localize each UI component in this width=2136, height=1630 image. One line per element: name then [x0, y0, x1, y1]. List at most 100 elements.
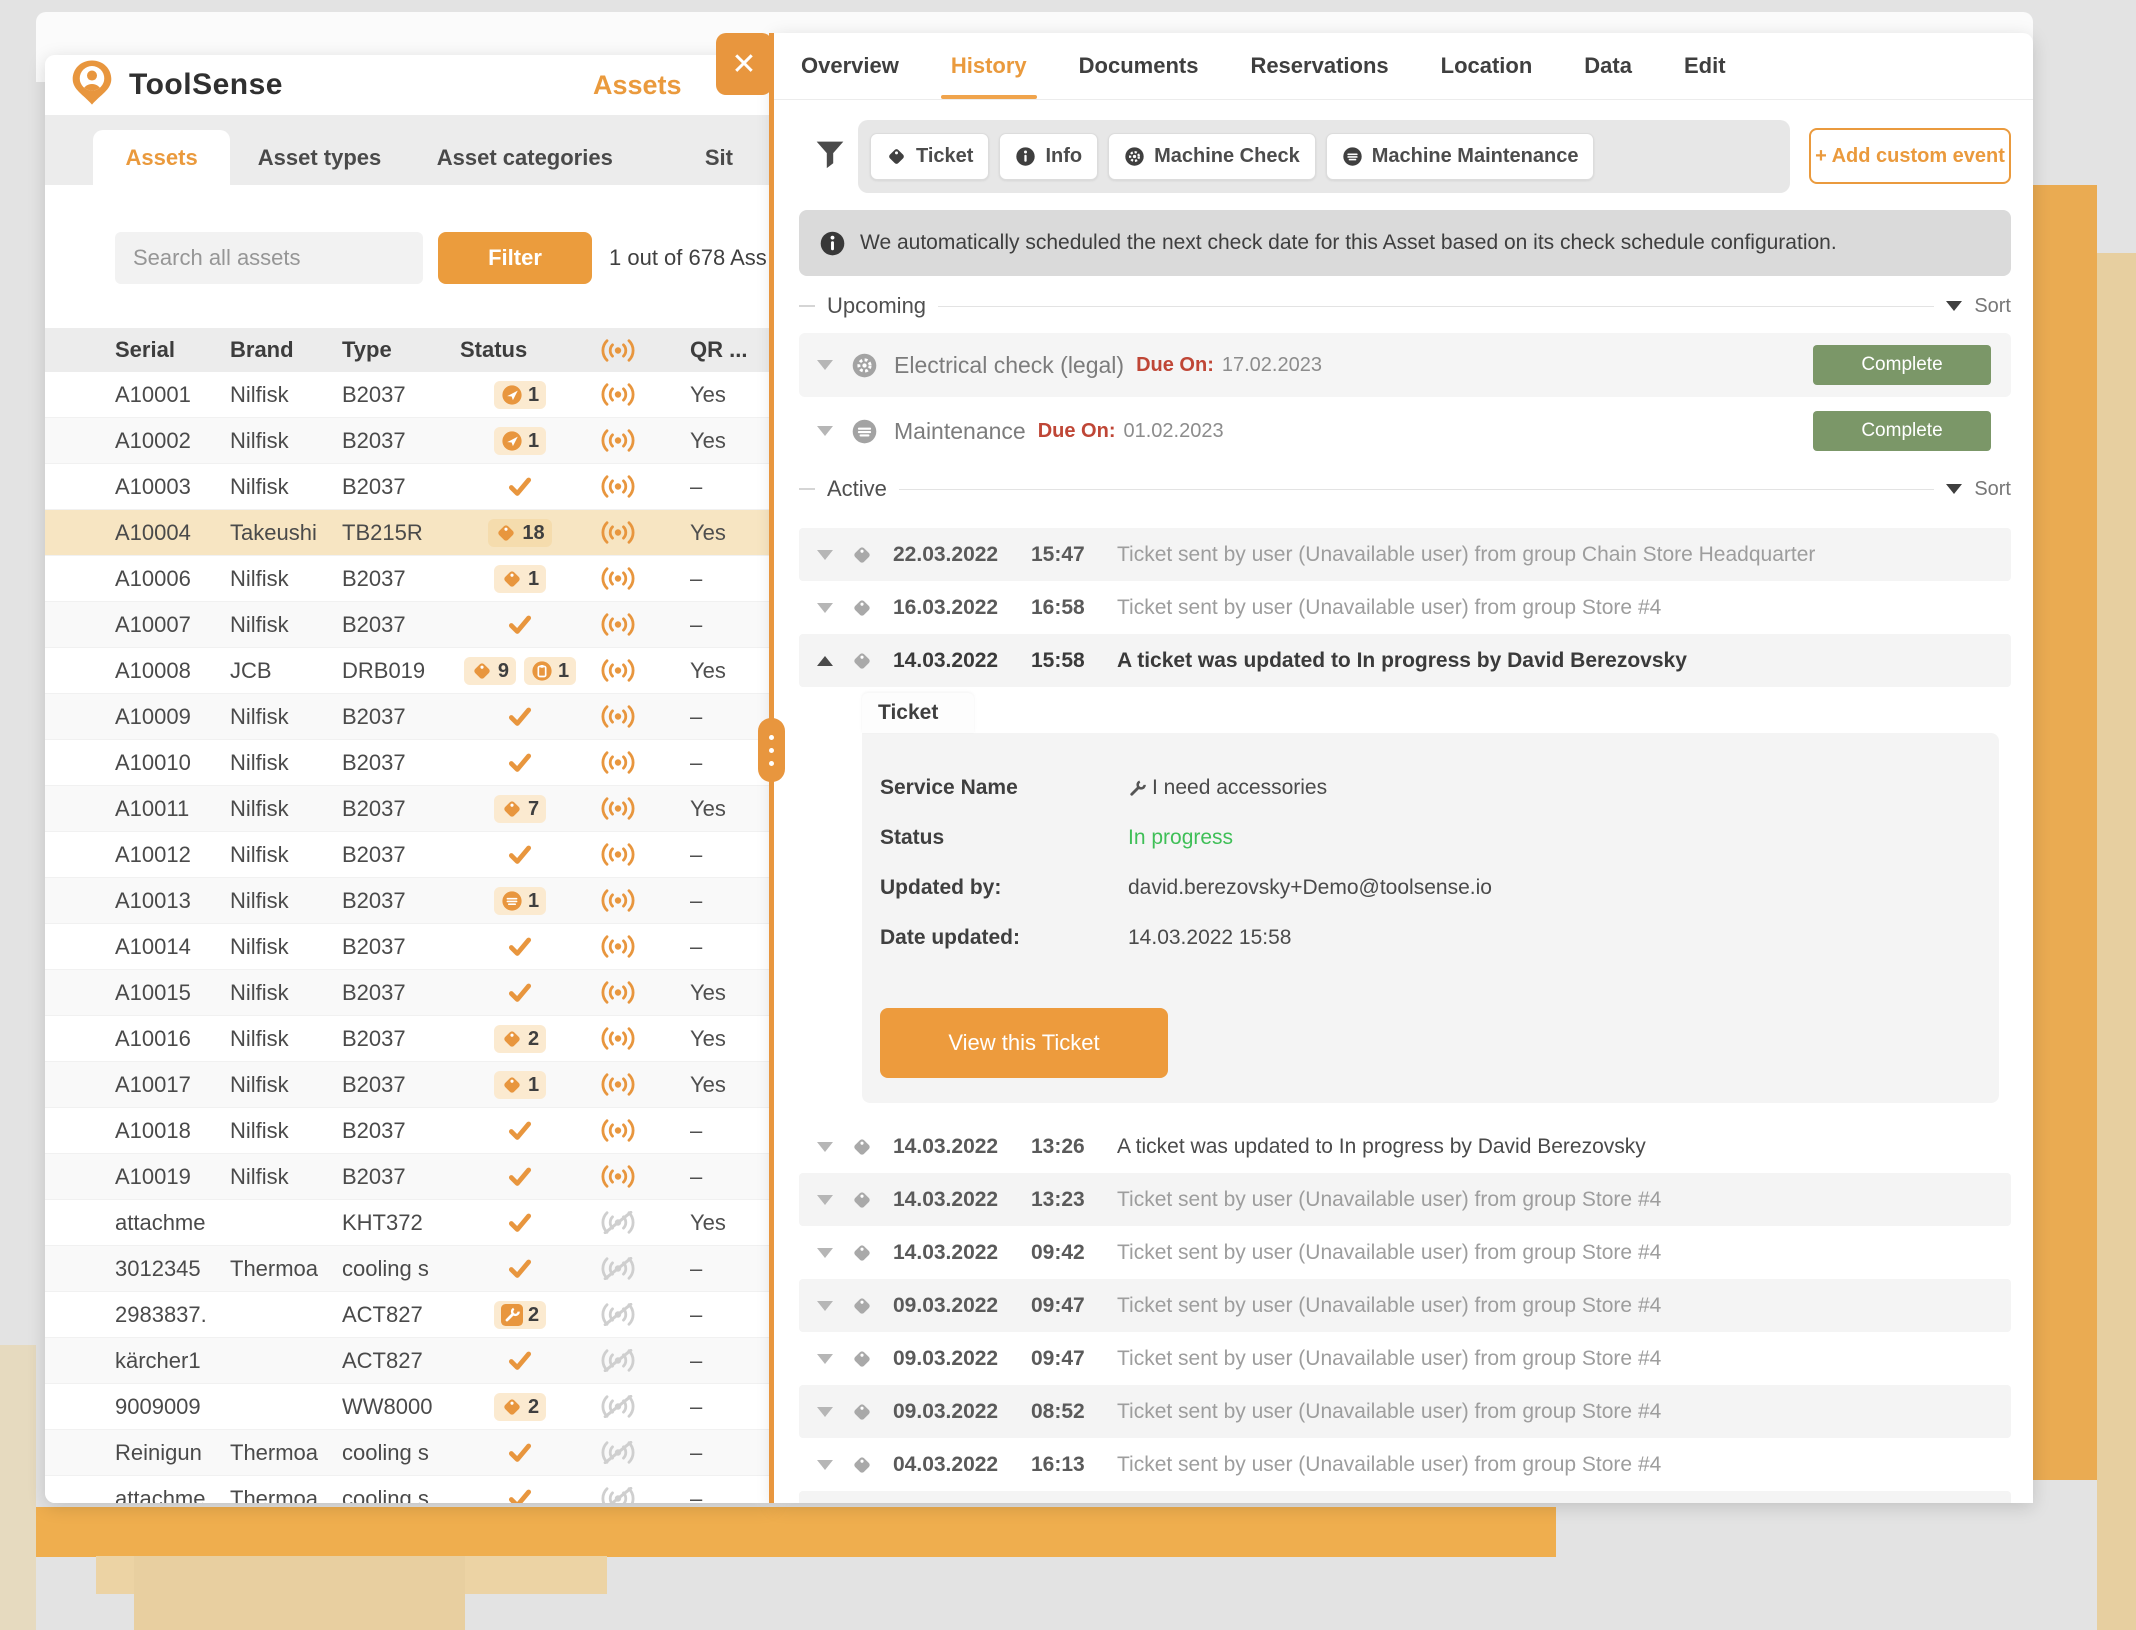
chip-label: Machine Check: [1154, 145, 1300, 168]
table-row[interactable]: A10006 Nilfisk B2037 1 –: [45, 556, 772, 602]
table-row[interactable]: A10009 Nilfisk B2037 –: [45, 694, 772, 740]
filter-chip[interactable]: Info: [999, 133, 1098, 180]
table-row[interactable]: attachme Thermoa cooling s –: [45, 1476, 772, 1503]
cell-brand: Nilfisk: [230, 750, 342, 776]
signal-off-icon: [600, 1395, 636, 1418]
event-row[interactable]: 14.03.2022 13:23 Ticket sent by user (Un…: [799, 1173, 2011, 1226]
table-row[interactable]: attachme KHT372 Yes: [45, 1200, 772, 1246]
filter-chip[interactable]: Machine Check: [1108, 133, 1316, 180]
table-row[interactable]: A10014 Nilfisk B2037 –: [45, 924, 772, 970]
assets-tab[interactable]: Sit: [666, 130, 772, 185]
filter-button[interactable]: Filter: [438, 232, 592, 284]
assets-tab[interactable]: Asset categories: [436, 130, 614, 185]
filter-chip[interactable]: Machine Maintenance: [1326, 133, 1595, 180]
event-text: Ticket sent by user (Unavailable user) f…: [1117, 596, 1661, 620]
divider-drag-handle[interactable]: [758, 718, 785, 782]
chevron-icon[interactable]: [817, 1142, 833, 1152]
cell-qr: Yes: [690, 796, 772, 822]
filter-chip[interactable]: Ticket: [870, 133, 989, 180]
detail-tab[interactable]: Edit: [1682, 33, 1728, 99]
close-panel-button[interactable]: ✕: [716, 33, 772, 95]
event-row[interactable]: 04.03.2022 16:10 Ticket sent by user (Un…: [799, 1491, 2011, 1503]
assets-tab[interactable]: Asset types: [252, 130, 387, 185]
column-type[interactable]: Type: [342, 337, 460, 363]
tag-icon: [495, 522, 517, 544]
view-ticket-button[interactable]: View this Ticket: [880, 1008, 1168, 1078]
chevron-up-icon[interactable]: [817, 656, 833, 666]
chevron-icon[interactable]: [817, 1248, 833, 1258]
chevron-icon[interactable]: [817, 1301, 833, 1311]
filter-funnel-icon[interactable]: [814, 139, 846, 171]
cell-signal: [580, 659, 690, 682]
cell-type: B2037: [342, 428, 460, 454]
event-row[interactable]: 14.03.2022 13:26 A ticket was updated to…: [799, 1120, 2011, 1173]
sort-caret-icon[interactable]: [1946, 484, 1962, 494]
column-brand[interactable]: Brand: [230, 337, 342, 363]
complete-button[interactable]: Complete: [1813, 345, 1991, 385]
column-signal[interactable]: [580, 339, 690, 362]
table-row[interactable]: A10001 Nilfisk B2037 1 Yes: [45, 372, 772, 418]
column-serial[interactable]: Serial: [115, 337, 230, 363]
column-status[interactable]: Status: [460, 337, 580, 363]
assets-tab[interactable]: Assets: [93, 130, 230, 185]
table-row[interactable]: kärcher1 ACT827 –: [45, 1338, 772, 1384]
cell-status: 7: [460, 795, 580, 823]
table-row[interactable]: A10012 Nilfisk B2037 –: [45, 832, 772, 878]
table-row[interactable]: 3012345 Thermoa cooling s –: [45, 1246, 772, 1292]
column-qr[interactable]: QR ...: [690, 337, 772, 363]
event-row[interactable]: 09.03.2022 09:47 Ticket sent by user (Un…: [799, 1279, 2011, 1332]
chevron-down-icon[interactable]: [817, 426, 833, 436]
table-row[interactable]: Reinigun Thermoa cooling s –: [45, 1430, 772, 1476]
table-row[interactable]: A10004 Takeushi TB215R 18 Yes: [45, 510, 772, 556]
chevron-down-icon[interactable]: [817, 360, 833, 370]
event-row[interactable]: 14.03.2022 09:42 Ticket sent by user (Un…: [799, 1226, 2011, 1279]
complete-button[interactable]: Complete: [1813, 411, 1991, 451]
detail-tab[interactable]: Documents: [1077, 33, 1201, 99]
table-row[interactable]: 9009009 WW8000 2 –: [45, 1384, 772, 1430]
event-row[interactable]: 16.03.2022 16:58 Ticket sent by user (Un…: [799, 581, 2011, 634]
detail-tab[interactable]: Data: [1582, 33, 1634, 99]
table-row[interactable]: A10011 Nilfisk B2037 7 Yes: [45, 786, 772, 832]
upcoming-item[interactable]: Maintenance Due On: 01.02.2023 Complete: [799, 399, 2011, 463]
table-row[interactable]: A10015 Nilfisk B2037 Yes: [45, 970, 772, 1016]
table-row[interactable]: A10013 Nilfisk B2037 1 –: [45, 878, 772, 924]
table-row[interactable]: A10010 Nilfisk B2037 –: [45, 740, 772, 786]
sort-label[interactable]: Sort: [1974, 295, 2011, 318]
add-custom-event-button[interactable]: + Add custom event: [1809, 128, 2011, 184]
sort-label[interactable]: Sort: [1974, 478, 2011, 501]
event-row[interactable]: 14.03.2022 15:58 A ticket was updated to…: [799, 634, 2011, 687]
detail-tab[interactable]: Location: [1439, 33, 1535, 99]
table-row[interactable]: A10007 Nilfisk B2037 –: [45, 602, 772, 648]
table-row[interactable]: 2983837. ACT827 2 –: [45, 1292, 772, 1338]
upcoming-item[interactable]: Electrical check (legal) Due On: 17.02.2…: [799, 333, 2011, 397]
table-row[interactable]: A10018 Nilfisk B2037 –: [45, 1108, 772, 1154]
detail-tab[interactable]: Overview: [799, 33, 901, 99]
sort-caret-icon[interactable]: [1946, 301, 1962, 311]
chevron-icon[interactable]: [817, 1354, 833, 1364]
chevron-icon[interactable]: [817, 1460, 833, 1470]
table-row[interactable]: A10002 Nilfisk B2037 1 Yes: [45, 418, 772, 464]
chevron-icon[interactable]: [817, 1195, 833, 1205]
search-input[interactable]: [115, 232, 423, 284]
chevron-icon[interactable]: [817, 1407, 833, 1417]
table-row[interactable]: A10003 Nilfisk B2037 –: [45, 464, 772, 510]
chevron-icon[interactable]: [817, 550, 833, 560]
event-row[interactable]: 09.03.2022 08:52 Ticket sent by user (Un…: [799, 1385, 2011, 1438]
event-row[interactable]: 04.03.2022 16:13 Ticket sent by user (Un…: [799, 1438, 2011, 1491]
event-date: 14.03.2022: [893, 1241, 1011, 1265]
event-time: 15:47: [1031, 543, 1095, 567]
chevron-icon[interactable]: [817, 603, 833, 613]
signal-icon: [600, 475, 636, 498]
detail-tab[interactable]: Reservations: [1248, 33, 1390, 99]
table-row[interactable]: A10008 JCB DRB019 91 Yes: [45, 648, 772, 694]
event-row[interactable]: 22.03.2022 15:47 Ticket sent by user (Un…: [799, 528, 2011, 581]
cell-serial: A10002: [115, 428, 230, 454]
table-row[interactable]: A10019 Nilfisk B2037 –: [45, 1154, 772, 1200]
cell-brand: Thermoa: [230, 1486, 342, 1504]
ticket-card-tab[interactable]: Ticket: [862, 693, 974, 733]
table-row[interactable]: A10016 Nilfisk B2037 2 Yes: [45, 1016, 772, 1062]
cell-type: B2037: [342, 1118, 460, 1144]
table-row[interactable]: A10017 Nilfisk B2037 1 Yes: [45, 1062, 772, 1108]
detail-tab[interactable]: History: [949, 33, 1029, 99]
event-row[interactable]: 09.03.2022 09:47 Ticket sent by user (Un…: [799, 1332, 2011, 1385]
